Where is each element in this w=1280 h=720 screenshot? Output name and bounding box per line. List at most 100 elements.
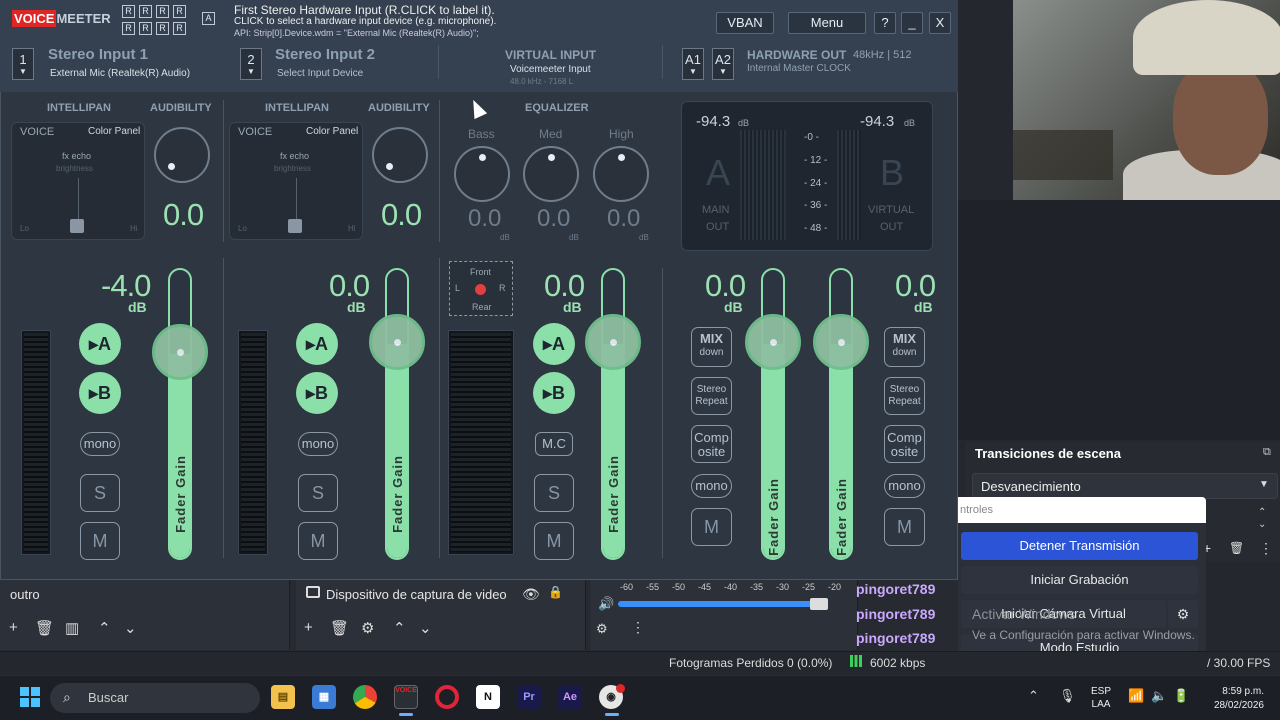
r-box[interactable]: R [173, 5, 186, 18]
med-knob[interactable] [523, 146, 579, 202]
r-box[interactable]: R [156, 5, 169, 18]
mixer-settings-icon[interactable]: ⚙ [596, 621, 608, 637]
strip1-number[interactable]: 1 ▼ [12, 48, 34, 80]
start-recording-button[interactable]: Iniciar Grabación [961, 566, 1198, 594]
notion-icon[interactable]: N [476, 685, 500, 709]
mute-button-a[interactable]: M [691, 508, 732, 546]
bass-knob[interactable] [454, 146, 510, 202]
windows-start-icon[interactable] [20, 687, 40, 707]
mono-button-1[interactable]: mono [80, 432, 120, 456]
audibility-knob-1[interactable] [154, 127, 210, 183]
volume-knob[interactable] [810, 598, 828, 610]
solo-button-2[interactable]: S [298, 474, 338, 512]
stereo-repeat-button-b[interactable]: Stereo Repeat [884, 377, 925, 415]
r-box[interactable]: R [156, 22, 169, 35]
fader-knob-4[interactable] [745, 314, 801, 370]
language-indicator[interactable]: ESP LAA [1091, 685, 1111, 711]
more-icon[interactable]: ⋮ [1259, 540, 1273, 557]
wifi-icon[interactable]: 📶 [1128, 688, 1144, 704]
mute-button-1[interactable]: M [80, 522, 120, 560]
tray-chevron-icon[interactable]: ⌃ [1028, 688, 1039, 704]
transition-select[interactable]: Desvanecimiento [972, 473, 1278, 499]
r-box[interactable]: R [173, 22, 186, 35]
fader-knob-5[interactable] [813, 314, 869, 370]
stop-stream-button[interactable]: Detener Transmisión [961, 532, 1198, 560]
r-box[interactable]: R [122, 22, 135, 35]
mono-button-a[interactable]: mono [691, 474, 732, 498]
scene-item[interactable]: outro [10, 587, 40, 602]
mix-down-button-a[interactable]: MIX down [691, 327, 732, 367]
opera-icon[interactable] [435, 685, 459, 709]
bus-a-button-2[interactable]: ▸A [296, 323, 338, 365]
composite-button-b[interactable]: Comp osite [884, 425, 925, 463]
battery-icon[interactable]: 🔋 [1173, 688, 1189, 704]
composite-button-a[interactable]: Comp osite [691, 425, 732, 463]
eye-icon[interactable]: 👁 [522, 586, 540, 603]
strip2-title[interactable]: Stereo Input 2 [275, 46, 375, 63]
audibility-knob-2[interactable] [372, 127, 428, 183]
intellipan-panel-1[interactable]: VOICE Color Panel fx echo brightness Lo … [11, 122, 145, 240]
mix-down-button-b[interactable]: MIX down [884, 327, 925, 367]
voicemeeter-icon[interactable]: VOICE [394, 685, 418, 709]
bus-a-button-3[interactable]: ▸A [533, 323, 575, 365]
pan-handle[interactable] [288, 219, 302, 233]
bus-b-button-3[interactable]: ▸B [533, 372, 575, 414]
file-explorer-icon[interactable]: ▤ [271, 685, 295, 709]
solo-button-1[interactable]: S [80, 474, 120, 512]
r-box[interactable]: R [122, 5, 135, 18]
spin-down-icon[interactable]: ⌄ [1258, 519, 1266, 530]
mc-button[interactable]: M.C [535, 432, 573, 456]
speaker-icon[interactable]: 🔊 [598, 596, 614, 612]
strip2-device[interactable]: Select Input Device [277, 68, 363, 79]
move-up-icon[interactable]: ⌃ [393, 619, 406, 637]
clock[interactable]: 8:59 p.m. 28/02/2026 [1206, 685, 1264, 713]
add-scene-icon[interactable]: + [9, 619, 18, 636]
fader-knob-1[interactable] [152, 324, 208, 380]
filter-icon[interactable]: ▥ [65, 619, 79, 637]
strip2-number[interactable]: 2 ▼ [240, 48, 262, 80]
undock-icon[interactable]: ⧉ [1263, 446, 1271, 459]
mute-button-2[interactable]: M [298, 522, 338, 560]
gear-icon[interactable]: ⚙ [361, 619, 374, 637]
move-down-icon[interactable]: ⌄ [419, 619, 432, 637]
stereo-repeat-button-a[interactable]: Stereo Repeat [691, 377, 732, 415]
gear-icon[interactable]: ⚙ [1168, 600, 1198, 628]
close-button[interactable]: X [929, 12, 951, 34]
chrome-icon[interactable] [353, 685, 377, 709]
a1-button[interactable]: A1 ▼ [682, 48, 704, 80]
solo-button-3[interactable]: S [534, 474, 574, 512]
trash-icon[interactable]: 🗑 [1229, 541, 1244, 555]
mono-button-b[interactable]: mono [884, 474, 925, 498]
mute-button-b[interactable]: M [884, 508, 925, 546]
pan-dot[interactable] [475, 284, 486, 295]
high-knob[interactable] [593, 146, 649, 202]
bus-a-button-1[interactable]: ▸A [79, 323, 121, 365]
trash-icon[interactable]: 🗑 [330, 619, 349, 637]
volume-icon[interactable]: 🔈 [1151, 688, 1167, 704]
r-box[interactable]: R [139, 5, 152, 18]
add-source-icon[interactable]: + [304, 619, 313, 636]
bus-b-button-1[interactable]: ▸B [79, 372, 121, 414]
more-icon[interactable]: ⋮ [631, 619, 645, 636]
mute-button-3[interactable]: M [534, 522, 574, 560]
move-up-icon[interactable]: ⌃ [98, 619, 111, 637]
lock-icon[interactable]: 🔒 [548, 585, 563, 599]
move-down-icon[interactable]: ⌄ [124, 619, 137, 637]
minimize-button[interactable]: _ [901, 12, 923, 34]
volume-slider[interactable] [618, 601, 822, 607]
a-box[interactable]: A [202, 12, 215, 25]
fader-knob-2[interactable] [369, 314, 425, 370]
fader-knob-3[interactable] [585, 314, 641, 370]
after-effects-icon[interactable]: Ae [558, 685, 582, 709]
pan-box[interactable]: Front Rear L R [449, 261, 513, 316]
pan-handle[interactable] [70, 219, 84, 233]
strip1-title[interactable]: Stereo Input 1 [48, 46, 148, 63]
a2-button[interactable]: A2 ▼ [712, 48, 734, 80]
help-button[interactable]: ? [874, 12, 896, 34]
vban-button[interactable]: VBAN [716, 12, 774, 34]
r-box[interactable]: R [139, 22, 152, 35]
spin-up-icon[interactable]: ⌃ [1258, 507, 1266, 518]
menu-button[interactable]: Menu [788, 12, 866, 34]
mono-button-2[interactable]: mono [298, 432, 338, 456]
taskbar-search[interactable]: Buscar [50, 683, 260, 713]
